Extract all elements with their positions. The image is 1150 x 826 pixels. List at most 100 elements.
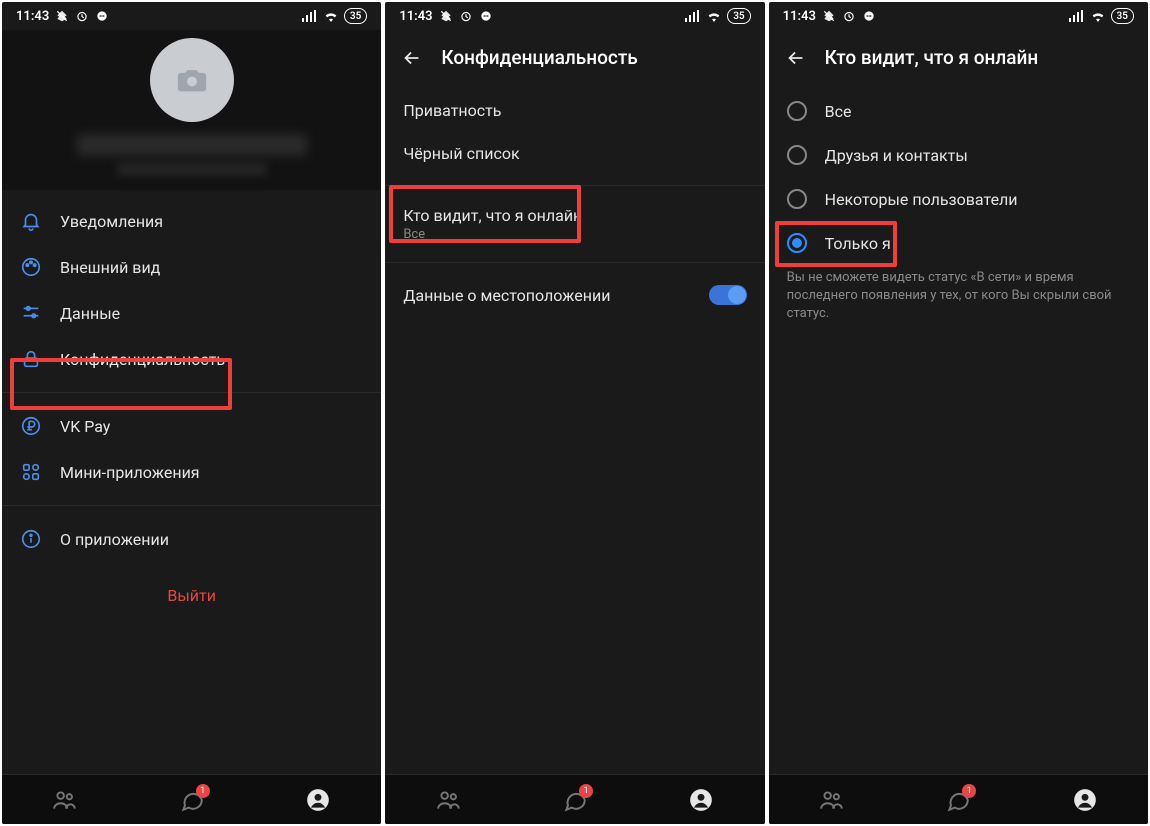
privacy-menu: Приватность Чёрный список Кто видит, что… bbox=[385, 81, 764, 317]
radio-friends[interactable]: Друзья и контакты bbox=[769, 133, 1148, 177]
profile-sub-blurred bbox=[117, 162, 267, 176]
radio-all[interactable]: Все bbox=[769, 89, 1148, 133]
radio-label: Все bbox=[825, 102, 852, 121]
nav-badge: 1 bbox=[579, 784, 593, 798]
battery-indicator: 35 bbox=[1111, 8, 1134, 24]
battery-indicator: 35 bbox=[727, 8, 750, 24]
signal-icon bbox=[302, 10, 318, 22]
radio-label: Только я bbox=[825, 234, 891, 253]
arrow-left-icon bbox=[785, 47, 807, 69]
nav-badge: 1 bbox=[196, 784, 210, 798]
info-icon bbox=[20, 528, 42, 550]
wifi-icon bbox=[1090, 10, 1106, 22]
alarm-icon bbox=[75, 9, 89, 23]
screen-title: Кто видит, что я онлайн bbox=[825, 46, 1039, 69]
screen-settings: 11:43 35 Уведомления Внешний вид Данные bbox=[2, 2, 381, 824]
status-bar: 11:43 35 bbox=[385, 2, 764, 30]
divider bbox=[385, 185, 764, 186]
bottom-nav: 1 bbox=[385, 774, 764, 824]
item-label: Чёрный список bbox=[403, 144, 519, 163]
chat-icon bbox=[862, 9, 876, 23]
screen-privacy: 11:43 35 Конфиденциальность Приватность … bbox=[385, 2, 764, 824]
item-subtext: Все bbox=[403, 227, 425, 242]
nav-profile[interactable] bbox=[1071, 786, 1099, 814]
menu-about[interactable]: О приложении bbox=[2, 516, 381, 562]
menu-label: Данные bbox=[60, 304, 120, 323]
back-button[interactable] bbox=[785, 47, 807, 69]
menu-vkpay[interactable]: VK Pay bbox=[2, 403, 381, 449]
item-label: Кто видит, что я онлайн bbox=[403, 206, 582, 225]
nav-contacts[interactable] bbox=[435, 786, 463, 814]
screen-header: Кто видит, что я онлайн bbox=[769, 30, 1148, 81]
item-label: Данные о местоположении bbox=[403, 286, 610, 305]
divider bbox=[2, 392, 381, 393]
radio-icon-selected bbox=[787, 233, 807, 253]
camera-icon bbox=[175, 63, 209, 97]
status-time: 11:43 bbox=[16, 9, 49, 24]
divider bbox=[2, 505, 381, 506]
screen-title: Конфиденциальность bbox=[441, 46, 637, 69]
grid-icon bbox=[20, 461, 42, 483]
signal-icon bbox=[685, 10, 701, 22]
radio-icon bbox=[787, 189, 807, 209]
avatar[interactable] bbox=[150, 38, 234, 122]
wifi-icon bbox=[706, 10, 722, 22]
menu-data[interactable]: Данные bbox=[2, 290, 381, 336]
nav-messages[interactable]: 1 bbox=[561, 786, 589, 814]
nav-messages[interactable]: 1 bbox=[178, 786, 206, 814]
radio-icon bbox=[787, 101, 807, 121]
radio-list: Все Друзья и контакты Некоторые пользова… bbox=[769, 81, 1148, 324]
battery-indicator: 35 bbox=[344, 8, 367, 24]
screen-header: Конфиденциальность bbox=[385, 30, 764, 81]
menu-label: VK Pay bbox=[60, 417, 110, 436]
signal-icon bbox=[1069, 10, 1085, 22]
status-time: 11:43 bbox=[399, 9, 432, 24]
menu-label: Конфиденциальность bbox=[60, 350, 225, 369]
menu-privacy[interactable]: Конфиденциальность bbox=[2, 336, 381, 382]
profile-name-blurred bbox=[77, 134, 307, 156]
menu-label: Уведомления bbox=[60, 212, 163, 231]
radio-only-me[interactable]: Только я bbox=[769, 221, 1148, 265]
alarm-icon bbox=[459, 9, 473, 23]
menu-miniapps[interactable]: Мини-приложения bbox=[2, 449, 381, 495]
item-privacy[interactable]: Приватность bbox=[385, 89, 764, 132]
vibrate-icon bbox=[439, 9, 453, 23]
bell-icon bbox=[20, 210, 42, 232]
nav-contacts[interactable] bbox=[818, 786, 846, 814]
settings-menu: Уведомления Внешний вид Данные Конфиденц… bbox=[2, 190, 381, 629]
vibrate-icon bbox=[55, 9, 69, 23]
item-blacklist[interactable]: Чёрный список bbox=[385, 132, 764, 175]
radio-label: Некоторые пользователи bbox=[825, 190, 1018, 209]
profile-block[interactable] bbox=[2, 30, 381, 190]
hint-text: Вы не сможете видеть статус «В сети» и в… bbox=[769, 265, 1148, 324]
bottom-nav: 1 bbox=[769, 774, 1148, 824]
lock-icon bbox=[20, 348, 42, 370]
nav-profile[interactable] bbox=[304, 786, 332, 814]
status-time: 11:43 bbox=[783, 9, 816, 24]
alarm-icon bbox=[842, 9, 856, 23]
nav-badge: 1 bbox=[962, 784, 976, 798]
nav-messages[interactable]: 1 bbox=[944, 786, 972, 814]
palette-icon bbox=[20, 256, 42, 278]
sliders-icon bbox=[20, 302, 42, 324]
item-label: Приватность bbox=[403, 101, 501, 120]
menu-appearance[interactable]: Внешний вид bbox=[2, 244, 381, 290]
arrow-left-icon bbox=[401, 47, 423, 69]
nav-contacts[interactable] bbox=[51, 786, 79, 814]
status-bar: 11:43 35 bbox=[769, 2, 1148, 30]
item-location[interactable]: Данные о местоположении bbox=[385, 273, 764, 317]
menu-notifications[interactable]: Уведомления bbox=[2, 198, 381, 244]
radio-some[interactable]: Некоторые пользователи bbox=[769, 177, 1148, 221]
radio-label: Друзья и контакты bbox=[825, 146, 968, 165]
menu-label: Мини-приложения bbox=[60, 463, 200, 482]
ruble-icon bbox=[20, 415, 42, 437]
vibrate-icon bbox=[822, 9, 836, 23]
nav-profile[interactable] bbox=[687, 786, 715, 814]
chat-icon bbox=[479, 9, 493, 23]
toggle-on[interactable] bbox=[709, 285, 747, 305]
divider bbox=[385, 262, 764, 263]
radio-icon bbox=[787, 145, 807, 165]
back-button[interactable] bbox=[401, 47, 423, 69]
item-who-sees-online[interactable]: Кто видит, что я онлайн Все bbox=[385, 196, 764, 252]
logout-button[interactable]: Выйти bbox=[2, 562, 381, 629]
